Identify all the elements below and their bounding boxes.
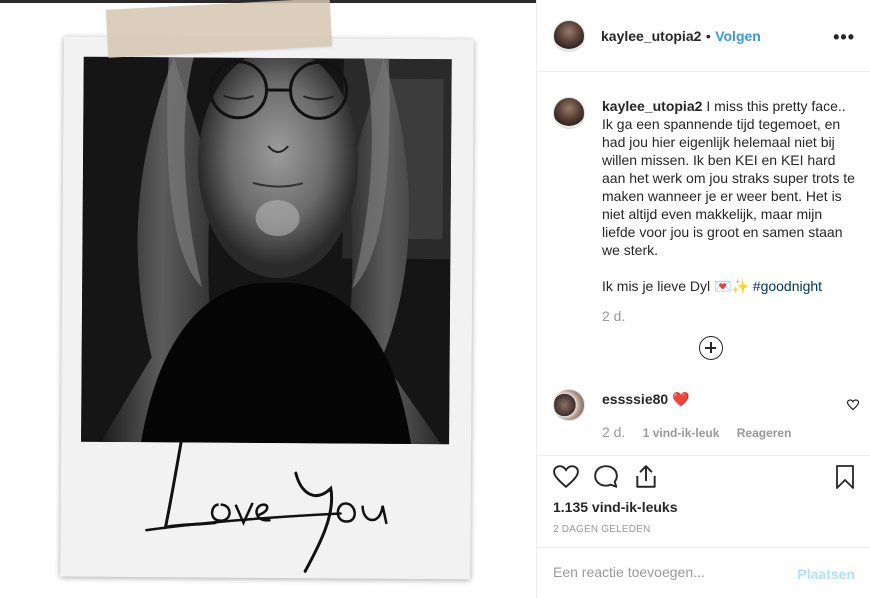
likes-count[interactable]: 1.135 vind-ik-leuks (553, 499, 678, 515)
caption-paragraph-2: Ik mis je lieve Dyl 💌✨ #goodnight (602, 277, 856, 295)
love-you-handwriting (145, 440, 388, 573)
post-media[interactable] (0, 0, 536, 598)
load-more-comments-icon[interactable] (699, 336, 723, 360)
author-username[interactable]: kaylee_utopia2 (601, 28, 701, 44)
posted-ago[interactable]: 2 DAGEN GELEDEN (553, 524, 650, 535)
comments-list[interactable]: kaylee_utopia2 I miss this pretty face.. … (537, 73, 870, 455)
caption-text-second: Ik mis je lieve Dyl 💌✨ (602, 278, 749, 294)
caption-paragraph-1: kaylee_utopia2 I miss this pretty face.. … (602, 97, 856, 259)
comment-text: ❤️ (672, 391, 690, 407)
post-photo (81, 56, 452, 445)
hashtag-link[interactable]: #goodnight (753, 278, 822, 294)
heart-outline-icon[interactable] (553, 464, 579, 490)
comment-input[interactable] (553, 564, 783, 580)
comment-like-icon[interactable] (847, 399, 859, 411)
comment-meta: 2 d. 1 vind-ik-leuk Reageren (602, 424, 791, 440)
post-side-panel: kaylee_utopia2 • Volgen ••• kaylee_utopi… (536, 0, 870, 598)
caption-time[interactable]: 2 d. (602, 307, 856, 325)
caption-text: I miss this pretty face.. Ik ga een span… (602, 98, 855, 258)
caption-avatar[interactable] (553, 97, 585, 129)
comment-username[interactable]: essssie80 (602, 391, 668, 407)
header-line: kaylee_utopia2 • Volgen (601, 28, 761, 46)
more-options-icon[interactable]: ••• (833, 27, 855, 48)
post-header: kaylee_utopia2 • Volgen ••• (537, 0, 870, 72)
polaroid-frame (60, 36, 474, 580)
separator-dot: • (705, 28, 711, 44)
author-avatar[interactable] (553, 20, 585, 52)
share-upload-icon[interactable] (633, 464, 659, 490)
follow-button[interactable]: Volgen (715, 28, 761, 44)
post-comment-button[interactable]: Plaatsen (797, 566, 855, 582)
comment-likes[interactable]: 1 vind-ik-leuk (643, 426, 720, 440)
comment-bubble-icon[interactable] (593, 464, 619, 490)
comment-avatar[interactable] (553, 389, 585, 421)
love-you-script (140, 432, 431, 574)
add-comment-bar: Plaatsen (537, 547, 870, 598)
comment-line: essssie80 ❤️ (602, 391, 690, 408)
post-caption: kaylee_utopia2 I miss this pretty face.. … (602, 97, 856, 325)
caption-username[interactable]: kaylee_utopia2 (602, 98, 702, 114)
comment-time[interactable]: 2 d. (602, 424, 625, 440)
bookmark-icon[interactable] (833, 464, 857, 490)
comment-reply-button[interactable]: Reageren (737, 426, 792, 440)
post-actions: 1.135 vind-ik-leuks 2 DAGEN GELEDEN (537, 455, 870, 547)
portrait-illustration (81, 56, 452, 445)
